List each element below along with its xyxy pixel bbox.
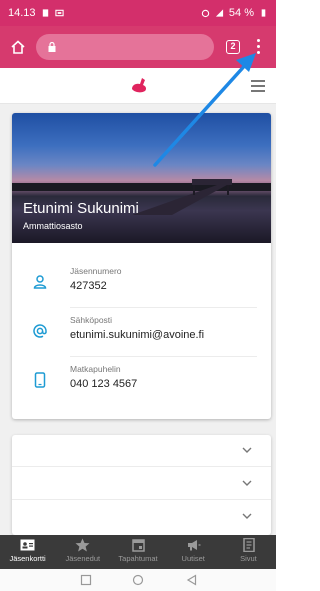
bottom-navigation: Jäsenkortti Jäsenedut Tapahtumat Uutiset bbox=[0, 535, 276, 569]
status-time: 14.13 bbox=[8, 7, 36, 19]
nav-label: Tapahtumat bbox=[118, 554, 158, 563]
mobile-row[interactable]: Matkapuhelin 040 123 4567 bbox=[12, 358, 271, 406]
member-number-value: 427352 bbox=[70, 280, 107, 292]
site-header bbox=[0, 68, 276, 104]
accordion-item[interactable] bbox=[12, 435, 271, 467]
member-card: Etunimi Sukunimi Ammattiosasto Jäsennume… bbox=[12, 113, 271, 419]
app-screen: 14.13 54 % 2 Etunimi Sukunimi Ammattiosa… bbox=[0, 0, 276, 591]
pier-illustration bbox=[132, 179, 232, 215]
app-notification-icon bbox=[54, 9, 64, 17]
email-row[interactable]: Sähköposti etunimi.sukunimi@avoine.fi bbox=[12, 309, 271, 357]
home-icon[interactable] bbox=[10, 39, 26, 55]
at-icon bbox=[33, 324, 47, 338]
address-bar[interactable] bbox=[36, 34, 214, 60]
phone-icon bbox=[34, 372, 46, 388]
pages-icon bbox=[243, 538, 255, 552]
status-bar: 14.13 54 % bbox=[0, 0, 276, 26]
megaphone-icon bbox=[187, 540, 201, 551]
alarm-icon bbox=[201, 9, 210, 18]
mobile-label: Matkapuhelin bbox=[70, 364, 121, 374]
nav-label: Uutiset bbox=[181, 554, 205, 563]
browser-menu-icon[interactable] bbox=[253, 36, 263, 58]
lock-icon bbox=[48, 42, 56, 52]
nav-item-benefits[interactable]: Jäsenedut bbox=[55, 535, 110, 569]
expandable-sections bbox=[12, 435, 271, 535]
id-card-icon bbox=[20, 539, 35, 551]
home-circle-icon[interactable] bbox=[132, 574, 144, 586]
star-icon bbox=[75, 538, 90, 552]
notification-icon bbox=[42, 9, 48, 17]
system-navigation-bar bbox=[0, 569, 276, 591]
nav-label: Jäsenkortti bbox=[9, 554, 46, 563]
nav-item-pages[interactable]: Sivut bbox=[221, 535, 276, 569]
calendar-icon bbox=[131, 539, 145, 552]
chevron-down-icon bbox=[242, 480, 252, 486]
brand-logo-icon[interactable] bbox=[128, 74, 150, 96]
browser-toolbar: 2 bbox=[0, 26, 276, 68]
email-label: Sähköposti bbox=[70, 315, 113, 325]
battery-icon bbox=[261, 9, 266, 17]
member-number-label: Jäsennumero bbox=[70, 266, 122, 276]
card-hero-image: Etunimi Sukunimi Ammattiosasto bbox=[12, 113, 271, 243]
hamburger-menu-icon[interactable] bbox=[251, 80, 265, 92]
accordion-item[interactable] bbox=[12, 468, 271, 500]
accordion-item[interactable] bbox=[12, 501, 271, 533]
chevron-down-icon bbox=[242, 447, 252, 453]
chevron-down-icon bbox=[242, 513, 252, 519]
signal-icon bbox=[215, 9, 224, 17]
recent-apps-icon[interactable] bbox=[80, 574, 92, 586]
tabs-button[interactable]: 2 bbox=[226, 40, 240, 54]
member-organization: Ammattiosasto bbox=[23, 221, 83, 231]
nav-item-events[interactable]: Tapahtumat bbox=[110, 535, 165, 569]
nav-item-news[interactable]: Uutiset bbox=[166, 535, 221, 569]
email-value[interactable]: etunimi.sukunimi@avoine.fi bbox=[70, 329, 204, 341]
member-number-row: Jäsennumero 427352 bbox=[12, 260, 271, 308]
person-icon bbox=[33, 275, 47, 289]
battery-percent: 54 % bbox=[228, 7, 254, 19]
nav-label: Jäsenedut bbox=[65, 554, 101, 563]
member-name: Etunimi Sukunimi bbox=[23, 200, 139, 217]
nav-item-member-card[interactable]: Jäsenkortti bbox=[0, 535, 55, 569]
nav-label: Sivut bbox=[240, 554, 257, 563]
back-icon[interactable] bbox=[186, 574, 198, 586]
mobile-value[interactable]: 040 123 4567 bbox=[70, 378, 137, 390]
